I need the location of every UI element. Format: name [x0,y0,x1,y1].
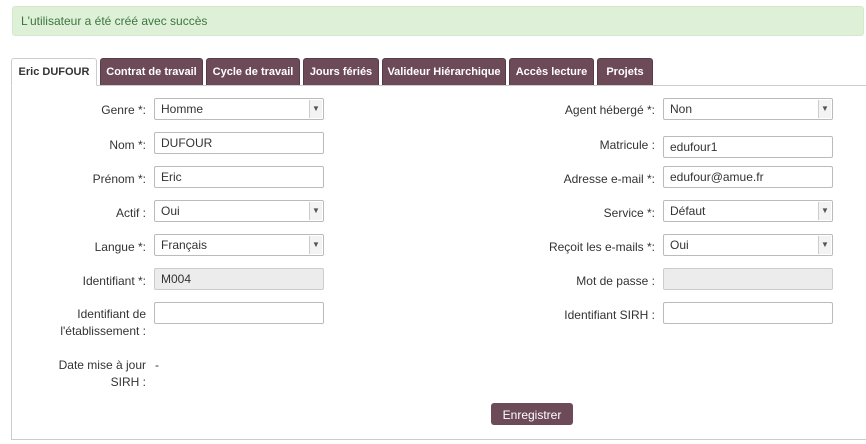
chevron-down-icon: ▼ [309,202,322,220]
prenom-input[interactable]: Eric [154,166,324,188]
recoit-emails-select[interactable]: Oui ▼ [663,234,833,256]
genre-select[interactable]: Homme ▼ [154,98,324,120]
tab-valideur-hierarchique[interactable]: Valideur Hiérarchique [382,58,506,85]
tab-cycle-de-travail[interactable]: Cycle de travail [206,58,300,85]
nom-label: Nom *: [109,138,146,152]
prenom-label: Prénom *: [92,172,146,186]
identifiant-etablissement-input[interactable] [154,302,324,324]
service-select[interactable]: Défaut ▼ [663,200,833,222]
success-alert: L'utilisateur a été créé avec succès [12,6,864,36]
actif-select[interactable]: Oui ▼ [154,200,324,222]
tab-acces-lecture[interactable]: Accès lecture [509,58,594,85]
matricule-label: Matricule : [599,138,655,152]
chevron-down-icon: ▼ [818,100,831,118]
tab-projets[interactable]: Projets [597,58,653,85]
genre-label: Genre *: [101,103,146,117]
service-value: Défaut [670,204,706,218]
chevron-down-icon: ▼ [309,100,322,118]
agent-heberge-value: Non [670,102,693,116]
date-sirh-label-line2: SIRH : [110,375,146,389]
actif-label: Actif : [115,206,146,220]
date-sirh-label-line1: Date mise à jour [58,358,146,372]
chevron-down-icon: ▼ [818,236,831,254]
genre-value: Homme [161,102,204,116]
identifiant-sirh-label: Identifiant SIRH : [564,308,655,322]
recoit-emails-label: Reçoit les e-mails *: [548,240,655,254]
langue-value: Français [161,238,208,252]
tab-user-profile[interactable]: Eric DUFOUR [11,58,97,86]
langue-label: Langue *: [94,240,146,254]
email-input[interactable]: edufour@amue.fr [663,166,833,188]
matricule-input[interactable]: edufour1 [663,136,833,158]
date-sirh-label: Date mise à jour SIRH : [30,358,146,390]
identifiant-label: Identifiant *: [82,274,146,288]
chevron-down-icon: ▼ [818,202,831,220]
date-sirh-value: - [155,358,159,372]
actif-value: Oui [161,204,180,218]
agent-heberge-select[interactable]: Non ▼ [663,98,833,120]
save-button[interactable]: Enregistrer [491,403,573,425]
tab-jours-feries[interactable]: Jours fériés [303,58,379,85]
recoit-emails-value: Oui [670,238,689,252]
service-label: Service *: [603,206,655,220]
mot-de-passe-label: Mot de passe : [576,274,655,288]
identifiant-input: M004 [154,268,324,290]
nom-input[interactable]: DUFOUR [154,132,324,154]
tab-contrat-de-travail[interactable]: Contrat de travail [100,58,203,85]
mot-de-passe-input [663,268,833,290]
identifiant-etablissement-label-line2: l'établissement : [60,324,146,338]
identifiant-etablissement-label-line1: Identifiant de [77,307,146,321]
identifiant-etablissement-label: Identifiant de l'établissement : [30,307,146,339]
langue-select[interactable]: Français ▼ [154,234,324,256]
agent-heberge-label: Agent hébergé *: [564,103,655,117]
chevron-down-icon: ▼ [309,236,322,254]
identifiant-sirh-input[interactable] [663,302,833,324]
email-label: Adresse e-mail *: [563,172,655,186]
